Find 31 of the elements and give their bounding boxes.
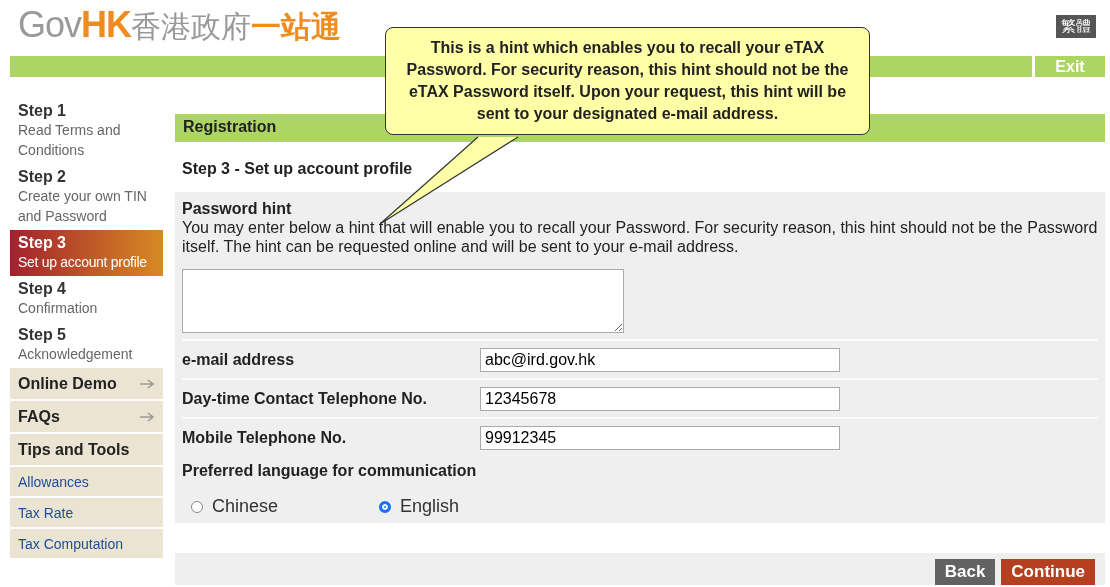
radio-label[interactable]: Chinese xyxy=(212,496,279,517)
password-hint-description: You may enter below a hint that will enable you to recall your Password. For security reason, this hint should not be the Password itself. The hint can be requested online and will be sent to your e-mail address. xyxy=(182,218,1098,256)
menu-item[interactable]: Allowances xyxy=(10,467,163,498)
field-label: Mobile Telephone No. xyxy=(182,428,348,447)
back-button[interactable]: Back xyxy=(934,559,996,585)
language-label: Preferred language for communication xyxy=(182,462,478,480)
field-label: Day-time Contact Telephone No. xyxy=(182,389,429,408)
input-field[interactable]: 12345678 xyxy=(480,386,840,411)
arrow-icon xyxy=(139,411,155,422)
radio-button[interactable] xyxy=(191,500,203,513)
menu-heading: Tips and Tools xyxy=(10,434,163,467)
step-item[interactable]: Step 5 Acknowledgement xyxy=(10,322,163,368)
step-item[interactable]: Step 3 Set up account profile xyxy=(10,230,163,276)
menu-item[interactable]: Online Demo xyxy=(10,368,163,401)
step-item[interactable]: Step 2 Create your own TIN and Password xyxy=(10,164,163,230)
password-hint-label: Password hint xyxy=(182,200,293,218)
input-field[interactable]: abc@ird.gov.hk xyxy=(480,347,840,372)
step-heading: Step 3 - Set up account profile xyxy=(182,160,413,178)
menu-item[interactable]: Tax Computation xyxy=(10,529,163,560)
language-button[interactable]: 繁體 xyxy=(1056,14,1096,38)
field-label: e-mail address xyxy=(182,350,296,369)
step-item[interactable]: Step 1 Read Terms and Conditions xyxy=(10,98,163,164)
menu-item[interactable]: FAQs xyxy=(10,401,163,434)
radio-button[interactable] xyxy=(379,500,391,513)
radio-label[interactable]: English xyxy=(400,496,460,517)
continue-button[interactable]: Continue xyxy=(1001,559,1095,585)
input-field[interactable]: 99912345 xyxy=(480,425,840,450)
menu-item[interactable]: Tax Rate xyxy=(10,498,163,529)
password-hint-field[interactable] xyxy=(182,269,624,333)
step-item[interactable]: Step 4 Confirmation xyxy=(10,276,163,322)
arrow-icon xyxy=(139,378,155,389)
